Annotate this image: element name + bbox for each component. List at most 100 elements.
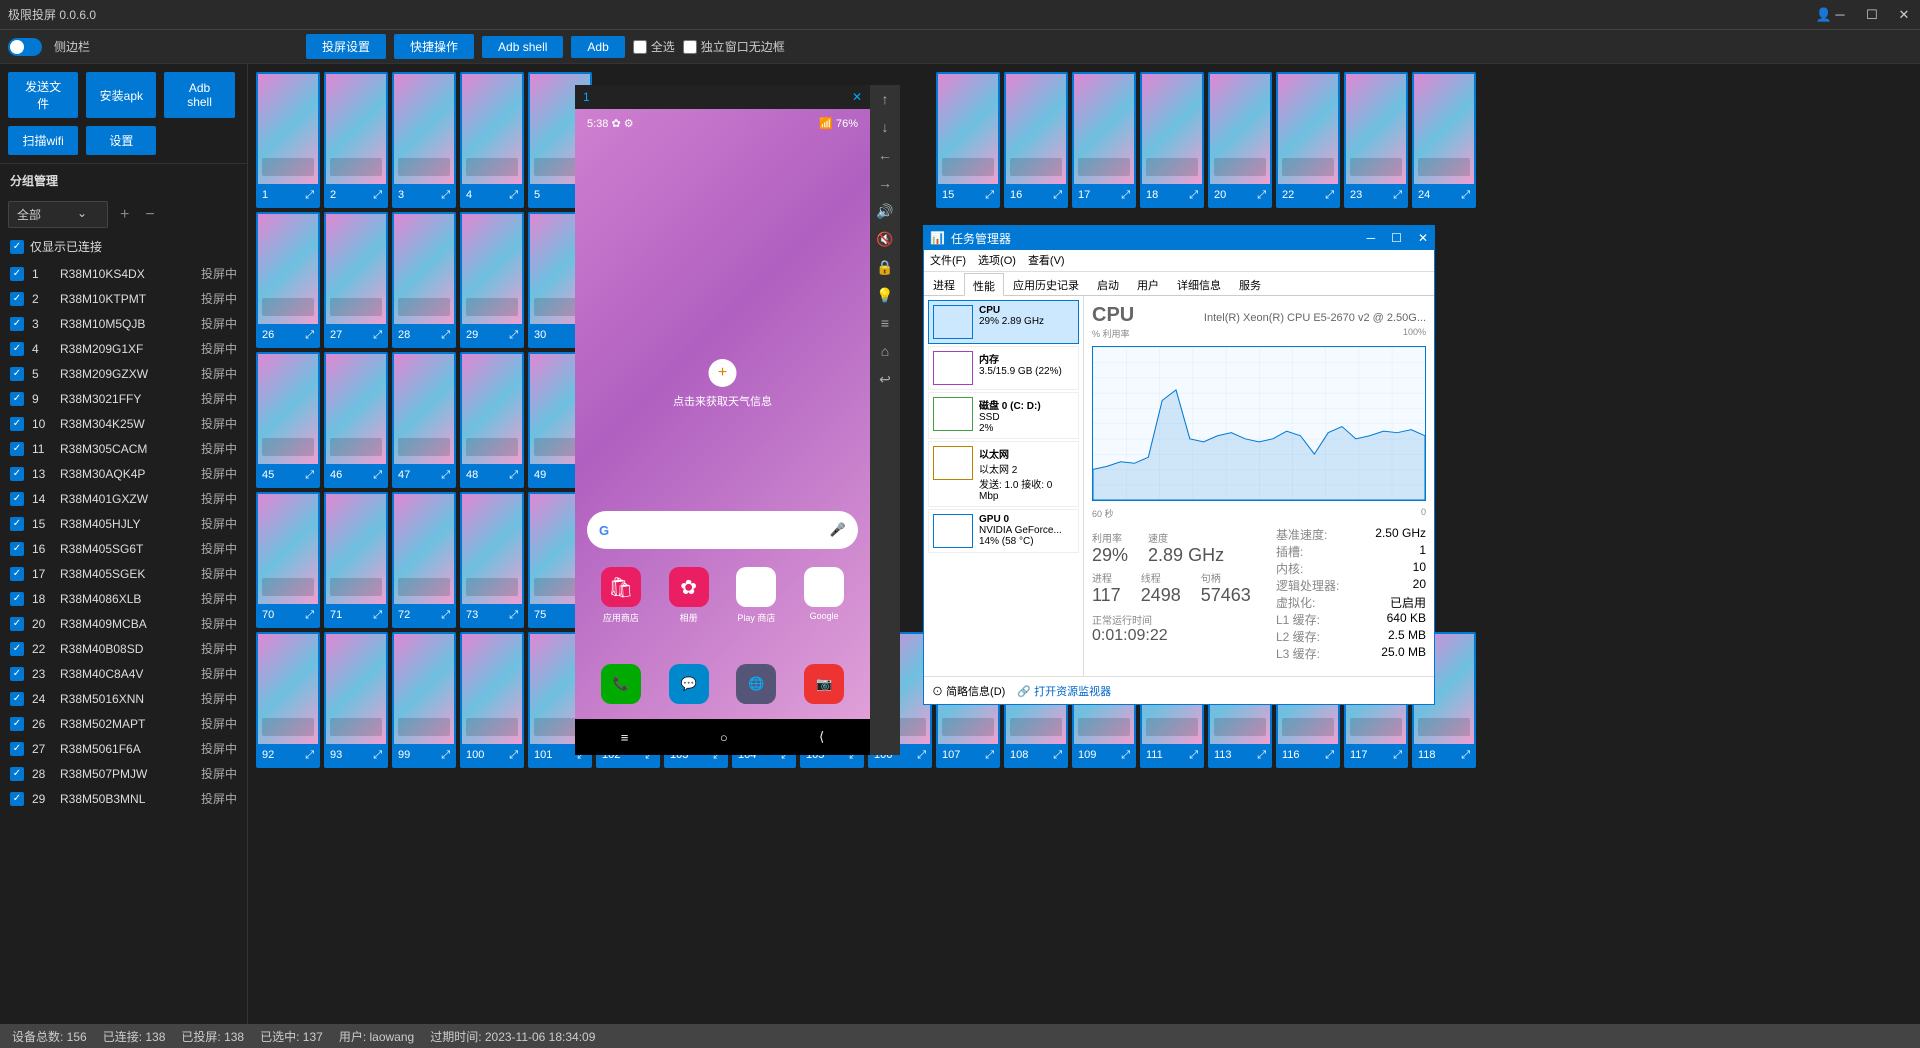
left-arrow-icon[interactable]: ← bbox=[870, 141, 900, 169]
device-thumb[interactable]: 4⤢ bbox=[460, 72, 524, 208]
expand-icon[interactable]: ⤢ bbox=[305, 329, 314, 342]
expand-icon[interactable]: ⤢ bbox=[441, 609, 450, 622]
maximize-icon[interactable]: ☐ bbox=[1864, 7, 1880, 23]
brief-info-link[interactable]: 简略信息(D) bbox=[946, 686, 1005, 698]
device-row[interactable]: ✓10R38M304K25W投屏中 bbox=[0, 411, 247, 436]
device-thumb[interactable]: 99⤢ bbox=[392, 632, 456, 768]
expand-icon[interactable]: ⤢ bbox=[305, 189, 314, 202]
device-thumb[interactable]: 92⤢ bbox=[256, 632, 320, 768]
send-file-button[interactable]: 发送文件 bbox=[8, 72, 78, 118]
device-thumb[interactable]: 46⤢ bbox=[324, 352, 388, 488]
device-thumb[interactable]: 16⤢ bbox=[1004, 72, 1068, 208]
device-row[interactable]: ✓27R38M5061F6A投屏中 bbox=[0, 736, 247, 761]
up-arrow-icon[interactable]: ↑ bbox=[870, 85, 900, 113]
tm-file-menu[interactable]: 文件(F) bbox=[930, 252, 966, 269]
device-row[interactable]: ✓22R38M40B08SD投屏中 bbox=[0, 636, 247, 661]
weather-add-icon[interactable]: + bbox=[709, 359, 737, 387]
expand-icon[interactable]: ⤢ bbox=[373, 469, 382, 482]
expand-icon[interactable]: ⤢ bbox=[373, 749, 382, 762]
device-row[interactable]: ✓11R38M305CACM投屏中 bbox=[0, 436, 247, 461]
device-thumb[interactable]: 2⤢ bbox=[324, 72, 388, 208]
expand-icon[interactable]: ⤢ bbox=[441, 189, 450, 202]
down-arrow-icon[interactable]: ↓ bbox=[870, 113, 900, 141]
right-arrow-icon[interactable]: → bbox=[870, 169, 900, 197]
adb-button[interactable]: Adb bbox=[571, 36, 624, 58]
device-row[interactable]: ✓16R38M405SG6T投屏中 bbox=[0, 536, 247, 561]
tm-tab-0[interactable]: 进程 bbox=[924, 272, 964, 295]
expand-icon[interactable]: ⤢ bbox=[441, 329, 450, 342]
expand-icon[interactable]: ⤢ bbox=[1053, 749, 1062, 762]
tm-tab-6[interactable]: 服务 bbox=[1230, 272, 1270, 295]
device-thumb[interactable]: 1⤢ bbox=[256, 72, 320, 208]
device-thumb[interactable]: 26⤢ bbox=[256, 212, 320, 348]
device-thumb[interactable]: 48⤢ bbox=[460, 352, 524, 488]
recents-icon[interactable]: ≡ bbox=[621, 730, 629, 745]
expand-icon[interactable]: ⤢ bbox=[1325, 189, 1334, 202]
home-icon[interactable]: ○ bbox=[720, 730, 728, 745]
install-apk-button[interactable]: 安装apk bbox=[86, 72, 156, 118]
expand-icon[interactable]: ⤢ bbox=[1257, 749, 1266, 762]
expand-icon[interactable]: ⤢ bbox=[305, 609, 314, 622]
device-thumb[interactable]: 100⤢ bbox=[460, 632, 524, 768]
show-connected-row[interactable]: ✓ 仅显示已连接 bbox=[0, 232, 247, 261]
device-row[interactable]: ✓5R38M209GZXW投屏中 bbox=[0, 361, 247, 386]
close-icon[interactable]: ✕ bbox=[1896, 7, 1912, 23]
phone-screen[interactable]: 5:38 ✿ ⚙ 📶 76% + 点击来获取天气信息 G 🎤 🛍应用商店 ✿相册… bbox=[575, 109, 870, 719]
tm-close-icon[interactable]: ✕ bbox=[1418, 231, 1428, 245]
expand-icon[interactable]: ⤢ bbox=[441, 469, 450, 482]
sidebar-toggle[interactable] bbox=[8, 38, 42, 56]
device-row[interactable]: ✓2R38M10KTPMT投屏中 bbox=[0, 286, 247, 311]
mic-icon[interactable]: 🎤 bbox=[830, 522, 846, 538]
expand-icon[interactable]: ⤢ bbox=[373, 609, 382, 622]
expand-icon[interactable]: ⤢ bbox=[1325, 749, 1334, 762]
tm-tab-3[interactable]: 启动 bbox=[1088, 272, 1128, 295]
expand-icon[interactable]: ⤢ bbox=[305, 749, 314, 762]
expand-icon[interactable]: ⤢ bbox=[1121, 749, 1130, 762]
adb-shell-side-button[interactable]: Adb shell bbox=[164, 72, 234, 118]
device-row[interactable]: ✓17R38M405SGEK投屏中 bbox=[0, 561, 247, 586]
expand-icon[interactable]: ⤢ bbox=[1053, 189, 1062, 202]
expand-icon[interactable]: ⤢ bbox=[509, 329, 518, 342]
tm-maximize-icon[interactable]: ☐ bbox=[1391, 231, 1402, 245]
expand-icon[interactable]: ⤢ bbox=[1121, 189, 1130, 202]
device-thumb[interactable]: 24⤢ bbox=[1412, 72, 1476, 208]
remove-group-icon[interactable]: − bbox=[141, 202, 158, 228]
device-row[interactable]: ✓9R38M3021FFY投屏中 bbox=[0, 386, 247, 411]
borderless-checkbox[interactable]: 独立窗口无边框 bbox=[683, 38, 785, 55]
device-thumb[interactable]: 18⤢ bbox=[1140, 72, 1204, 208]
tm-left-item[interactable]: 磁盘 0 (C: D:)SSD2% bbox=[928, 392, 1079, 439]
bulb-icon[interactable]: 💡 bbox=[870, 281, 900, 309]
screen-settings-button[interactable]: 投屏设置 bbox=[306, 34, 386, 59]
expand-icon[interactable]: ⤢ bbox=[917, 749, 926, 762]
tm-tab-2[interactable]: 应用历史记录 bbox=[1004, 272, 1088, 295]
device-row[interactable]: ✓20R38M409MCBA投屏中 bbox=[0, 611, 247, 636]
expand-icon[interactable]: ⤢ bbox=[441, 749, 450, 762]
device-row[interactable]: ✓1R38M10KS4DX投屏中 bbox=[0, 261, 247, 286]
device-thumb[interactable]: 71⤢ bbox=[324, 492, 388, 628]
volume-icon[interactable]: 🔊 bbox=[870, 197, 900, 225]
select-all-checkbox[interactable]: 全选 bbox=[633, 38, 675, 55]
device-thumb[interactable]: 22⤢ bbox=[1276, 72, 1340, 208]
device-thumb[interactable]: 17⤢ bbox=[1072, 72, 1136, 208]
settings-button[interactable]: 设置 bbox=[86, 126, 156, 155]
tm-tab-4[interactable]: 用户 bbox=[1128, 272, 1168, 295]
device-thumb[interactable]: 45⤢ bbox=[256, 352, 320, 488]
device-thumb[interactable]: 28⤢ bbox=[392, 212, 456, 348]
expand-icon[interactable]: ⤢ bbox=[305, 469, 314, 482]
device-thumb[interactable]: 23⤢ bbox=[1344, 72, 1408, 208]
expand-icon[interactable]: ⤢ bbox=[1393, 189, 1402, 202]
device-thumb[interactable]: 27⤢ bbox=[324, 212, 388, 348]
tm-tab-5[interactable]: 详细信息 bbox=[1168, 272, 1230, 295]
device-thumb[interactable]: 29⤢ bbox=[460, 212, 524, 348]
return-icon[interactable]: ↩ bbox=[870, 365, 900, 393]
taskmgr-titlebar[interactable]: 📊任务管理器 ─ ☐ ✕ bbox=[924, 226, 1434, 250]
device-thumb[interactable]: 72⤢ bbox=[392, 492, 456, 628]
tm-left-item[interactable]: CPU29% 2.89 GHz bbox=[928, 300, 1079, 344]
quick-actions-button[interactable]: 快捷操作 bbox=[394, 34, 474, 59]
open-resmon-link[interactable]: 🔗 打开资源监视器 bbox=[1017, 683, 1111, 699]
tm-tab-1[interactable]: 性能 bbox=[964, 273, 1004, 296]
expand-icon[interactable]: ⤢ bbox=[985, 189, 994, 202]
device-row[interactable]: ✓24R38M5016XNN投屏中 bbox=[0, 686, 247, 711]
scan-wifi-button[interactable]: 扫描wifi bbox=[8, 126, 78, 155]
tm-view-menu[interactable]: 查看(V) bbox=[1028, 252, 1065, 269]
